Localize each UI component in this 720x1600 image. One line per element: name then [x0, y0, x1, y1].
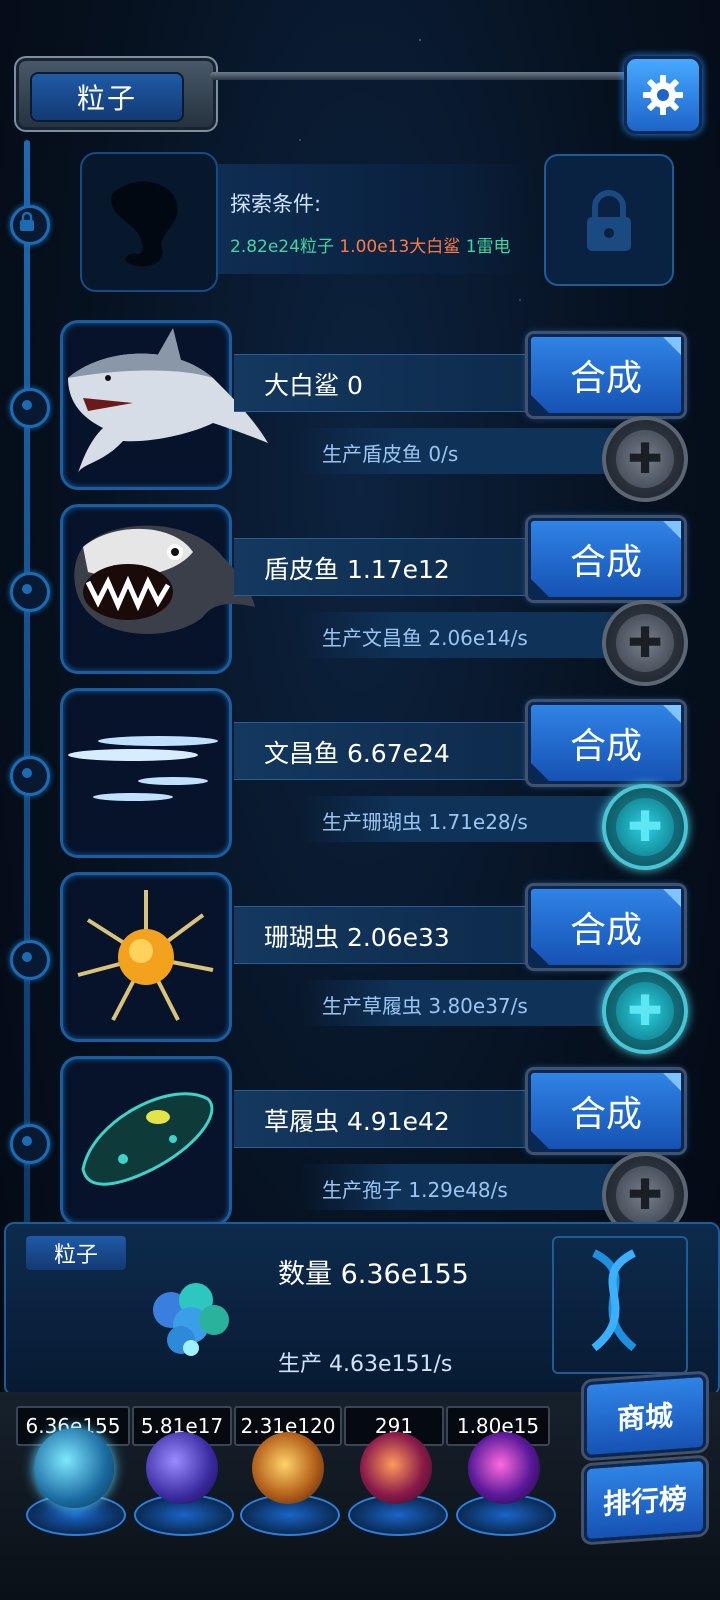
paramecium-icon — [81, 1092, 214, 1186]
particle-tag: 粒子 — [26, 1236, 126, 1270]
synthesize-button[interactable]: 合成 — [528, 334, 684, 416]
synthesize-button[interactable]: 合成 — [528, 1070, 684, 1152]
locked-slot-button[interactable] — [544, 154, 674, 286]
timeline-node — [10, 572, 50, 612]
vortex-orb-tab[interactable] — [468, 1432, 540, 1504]
requirement-sharks: 1.00e13大白鲨 — [339, 237, 461, 257]
locked-info-panel — [218, 164, 538, 274]
timeline-node — [10, 756, 50, 796]
timeline-node — [10, 940, 50, 980]
creature-name-count: 大白鲨 0 — [264, 371, 363, 400]
requirement-thunder: 1雷电 — [465, 237, 511, 257]
header-rail — [210, 72, 630, 80]
creature-row-lancelet: 文昌鱼 6.67e24 生产珊瑚虫 1.71e28/s 合成 ✚ — [60, 688, 690, 870]
lancelet-thumbnail — [60, 688, 232, 858]
production-rate: 生产珊瑚虫 1.71e28/s — [322, 810, 528, 834]
plus-icon: ✚ — [627, 434, 663, 483]
synthesize-button[interactable]: 合成 — [528, 886, 684, 968]
gear-icon — [643, 75, 683, 115]
locked-creature-row: 探索条件: 2.82e24粒子 1.00e13大白鲨 1雷电 — [80, 152, 674, 292]
creature-row-shark: 大白鲨 0 生产盾皮鱼 0/s 合成 ✚ — [60, 320, 690, 502]
coral-polyp-thumbnail — [60, 872, 232, 1042]
timeline-node — [10, 1124, 50, 1164]
creature-name-count: 盾皮鱼 1.17e12 — [264, 555, 450, 584]
explore-requirements: 2.82e24粒子 1.00e13大白鲨 1雷电 — [230, 232, 511, 257]
timeline-rail — [24, 140, 30, 1230]
particle-rate: 生产 4.63e151/s — [278, 1352, 453, 1377]
lock-icon — [20, 211, 34, 231]
upgrade-plus-button[interactable]: ✚ — [602, 600, 688, 686]
synthesize-button[interactable]: 合成 — [528, 702, 684, 784]
brain-orb-tab[interactable] — [360, 1432, 432, 1504]
creature-row-paramecium: 草履虫 4.91e42 生产孢子 1.29e48/s 合成 ✚ — [60, 1056, 690, 1238]
padlock-icon — [587, 190, 631, 251]
salamander-silhouette-icon — [111, 181, 178, 267]
thunder-orb-tab[interactable] — [146, 1432, 218, 1504]
leaderboard-button[interactable]: 排行榜 — [584, 1457, 706, 1543]
creature-row-coral: 珊瑚虫 2.06e33 生产草履虫 3.80e37/s 合成 ✚ — [60, 872, 690, 1054]
synthesize-button[interactable]: 合成 — [528, 518, 684, 600]
shark-thumbnail — [60, 320, 268, 490]
creature-name-count: 文昌鱼 6.67e24 — [264, 739, 450, 768]
particle-cluster-icon — [153, 1283, 229, 1356]
timeline-node — [10, 388, 50, 428]
lancelet-icon — [68, 736, 218, 801]
production-rate: 生产草履虫 3.80e37/s — [322, 994, 528, 1018]
production-rate: 生产盾皮鱼 0/s — [322, 442, 459, 466]
creature-row-placoderm: 盾皮鱼 1.17e12 生产文昌鱼 2.06e14/s 合成 ✚ — [60, 504, 690, 686]
timeline-lock-node — [10, 205, 50, 245]
dna-frame — [552, 1236, 688, 1374]
requirement-particles: 2.82e24粒子 — [230, 237, 334, 257]
creature-name-count: 珊瑚虫 2.06e33 — [264, 923, 450, 952]
plus-icon: ✚ — [627, 986, 663, 1035]
plus-icon: ✚ — [627, 802, 663, 851]
production-rate: 生产文昌鱼 2.06e14/s — [322, 626, 528, 650]
plus-icon: ✚ — [627, 1170, 663, 1219]
upgrade-plus-button[interactable]: ✚ — [602, 416, 688, 502]
upgrade-plus-button[interactable]: ✚ — [602, 968, 688, 1054]
star-orb-tab[interactable] — [252, 1432, 324, 1504]
locked-thumbnail — [80, 152, 218, 292]
plus-icon: ✚ — [627, 618, 663, 667]
creature-name-count: 草履虫 4.91e42 — [264, 1107, 450, 1136]
upgrade-plus-button[interactable]: ✚ — [602, 784, 688, 870]
settings-button[interactable] — [624, 56, 702, 134]
paramecium-thumbnail — [60, 1056, 232, 1226]
production-rate: 生产孢子 1.29e48/s — [322, 1178, 508, 1202]
particle-count: 数量 6.36e155 — [278, 1259, 469, 1290]
coral-polyp-icon — [77, 890, 214, 1021]
page-title: 粒子 — [30, 72, 184, 122]
particle-orb-tab[interactable] — [34, 1428, 114, 1508]
placoderm-thumbnail — [60, 504, 255, 674]
dna-icon — [591, 1249, 637, 1352]
armored-fish-icon — [74, 525, 255, 634]
explore-condition-label: 探索条件: — [230, 192, 322, 216]
shop-button[interactable]: 商城 — [584, 1373, 706, 1459]
